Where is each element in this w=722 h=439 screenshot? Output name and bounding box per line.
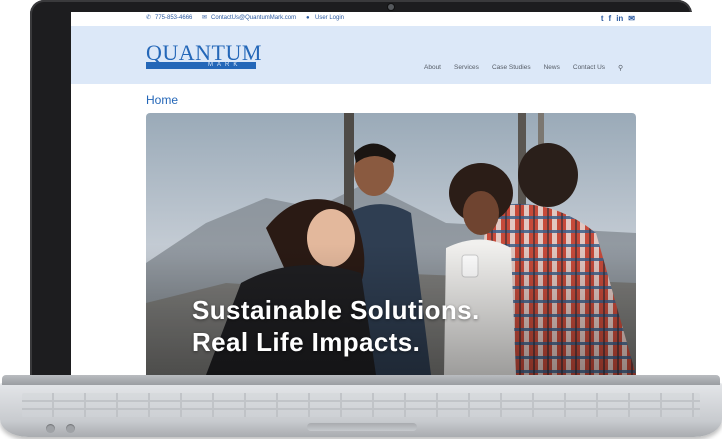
quantum-mark-logo[interactable]: QUANTUM MARK [146, 40, 262, 71]
search-icon[interactable]: ⚲ [618, 64, 623, 72]
user-login-label: User Login [315, 15, 345, 21]
phone-number: 775-853-4666 [155, 15, 193, 21]
social-links: t f in ✉ [601, 14, 635, 23]
twitter-icon[interactable]: t [601, 14, 604, 23]
top-info-bar: ✆ 775-853-4666 ✉ ContactUs@QuantumMark.c… [71, 12, 711, 26]
logo-wordmark: QUANTUM [146, 40, 262, 65]
indicator-dot [66, 424, 75, 433]
laptop-screen: ✆ 775-853-4666 ✉ ContactUs@QuantumMark.c… [71, 12, 711, 375]
page-title: Home [146, 93, 179, 107]
user-icon: ● [306, 15, 310, 21]
trackpad [307, 423, 417, 431]
logo-subword: MARK [208, 62, 242, 68]
hero-banner: Sustainable Solutions. Real Life Impacts… [146, 113, 636, 375]
keyboard-deck [0, 383, 722, 437]
hero-headline-line-1: Sustainable Solutions. [192, 295, 480, 325]
indicator-dot [46, 424, 55, 433]
mail-icon[interactable]: ✉ [628, 14, 635, 23]
user-login-link[interactable]: ● User Login [306, 15, 344, 21]
laptop-hinge [2, 375, 720, 385]
nav-news[interactable]: News [544, 64, 560, 72]
phone-link[interactable]: ✆ 775-853-4666 [146, 15, 192, 21]
phone-icon: ✆ [146, 15, 152, 21]
nav-case-studies[interactable]: Case Studies [492, 64, 531, 72]
nav-contact-us[interactable]: Contact Us [573, 64, 605, 72]
webcam [388, 4, 394, 10]
laptop-lid: ✆ 775-853-4666 ✉ ContactUs@QuantumMark.c… [30, 0, 711, 385]
laptop-base [0, 375, 722, 439]
facebook-icon[interactable]: f [609, 14, 612, 23]
linkedin-icon[interactable]: in [616, 14, 623, 23]
site-header: QUANTUM MARK About Services Case Studies… [71, 26, 711, 84]
keyboard-keys [22, 393, 700, 417]
envelope-icon: ✉ [202, 15, 208, 21]
main-nav: About Services Case Studies News Contact… [424, 64, 623, 72]
nav-services[interactable]: Services [454, 64, 479, 72]
nav-about[interactable]: About [424, 64, 441, 72]
email-address: ContactUs@QuantumMark.com [211, 15, 297, 21]
email-link[interactable]: ✉ ContactUs@QuantumMark.com [202, 15, 296, 21]
hero-headline-line-2: Real Life Impacts. [192, 327, 421, 357]
